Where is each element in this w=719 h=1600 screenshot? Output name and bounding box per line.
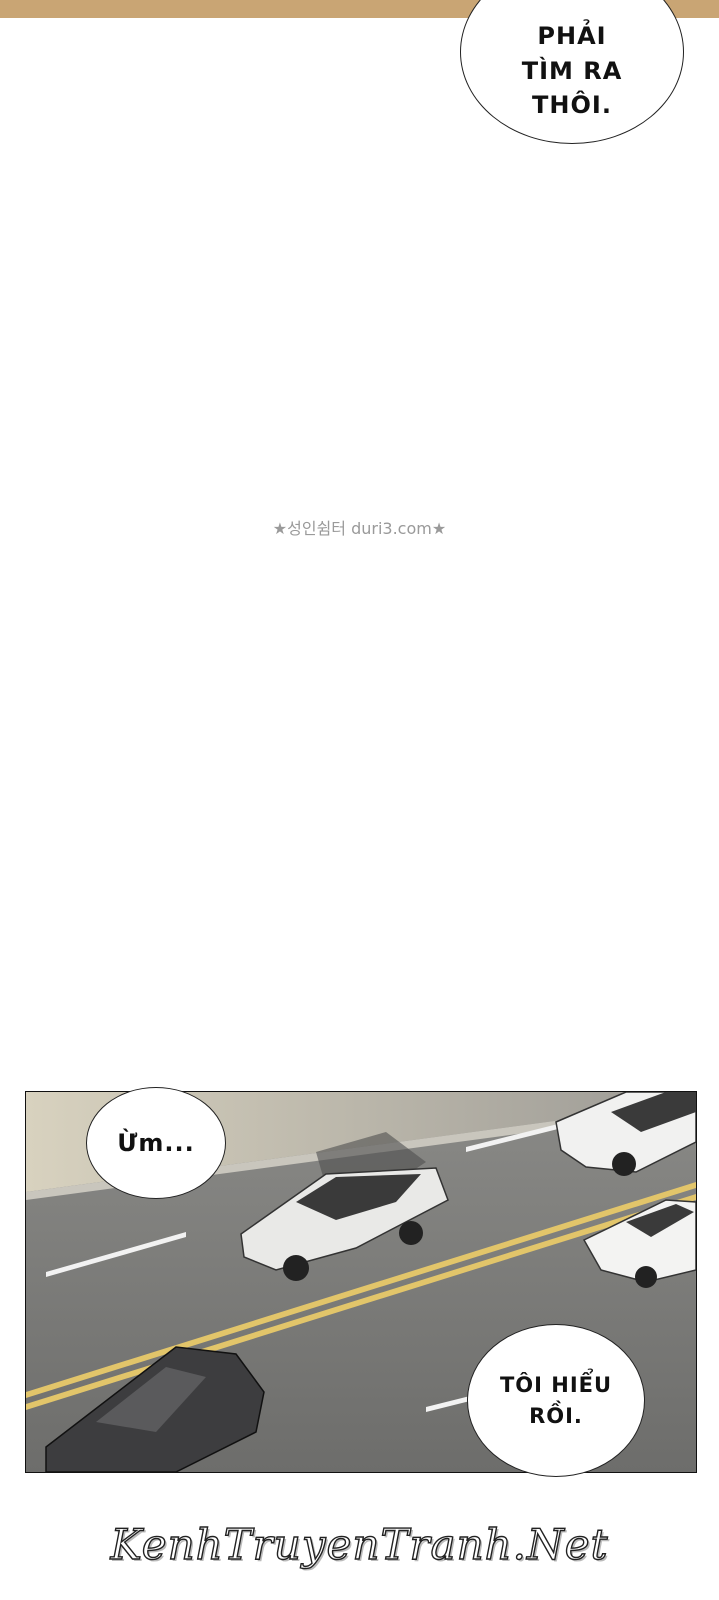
watermark-text: ★성인쉼터 duri3.com★ <box>272 519 447 538</box>
site-watermark-footer: KenhTruyenTranh.Net <box>110 1519 609 1569</box>
speech-text-top: PHẢI TÌM RA THÔI. <box>521 21 623 120</box>
speech-bubble-top: PHẢI TÌM RA THÔI. <box>460 0 684 144</box>
speech-text-panel-left: Ừm... <box>117 1128 195 1157</box>
speech-bubble-panel-left: Ừm... <box>86 1087 226 1199</box>
speech-text-panel-right: TÔI HIỂU RỒI. <box>499 1373 613 1428</box>
speech-bubble-panel-right: TÔI HIỂU RỒI. <box>467 1324 645 1477</box>
